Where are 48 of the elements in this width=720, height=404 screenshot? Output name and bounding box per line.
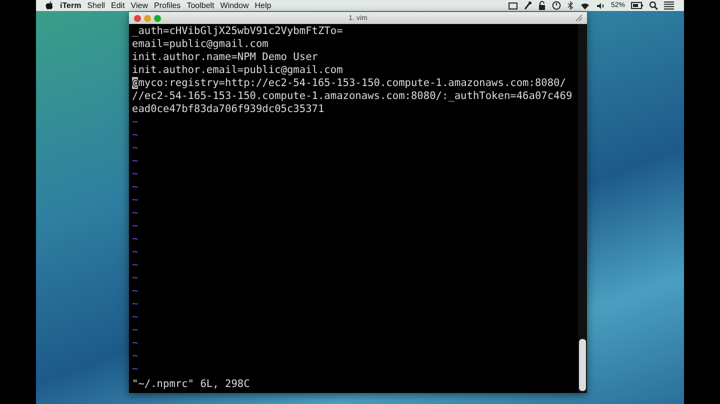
menu-item[interactable]: Profiles: [154, 1, 181, 10]
empty-line-tilde: ~: [132, 350, 138, 362]
scrollbar-thumb[interactable]: [579, 339, 586, 391]
apple-icon[interactable]: [45, 0, 54, 10]
menu-item[interactable]: Shell: [87, 1, 105, 10]
file-line: init.author.email=public@gmail.com: [132, 64, 344, 77]
empty-line-tilde: ~: [132, 324, 138, 336]
empty-line-tilde: ~: [132, 259, 138, 271]
search-icon[interactable]: [649, 1, 658, 10]
clock-icon[interactable]: [552, 1, 561, 10]
empty-line-tilde: ~: [132, 168, 138, 180]
empty-line-tilde: ~: [132, 116, 138, 128]
file-line: @myco:registry=http://ec2-54-165-153-150.compute-1.amazonaws.com:8080/: [132, 77, 567, 90]
empty-line-tilde: ~: [132, 246, 138, 258]
menu-item[interactable]: Toolbelt: [186, 1, 214, 10]
empty-line-tilde: ~: [132, 298, 138, 310]
bluetooth-icon[interactable]: [566, 1, 574, 10]
wifi-icon[interactable]: [580, 2, 590, 10]
empty-line-tilde: ~: [132, 207, 138, 219]
lock-icon[interactable]: [538, 1, 546, 10]
menu-item[interactable]: iTerm: [60, 1, 82, 10]
text-cursor: @: [132, 77, 138, 89]
file-line: email=public@gmail.com: [132, 38, 270, 51]
menu-item[interactable]: Help: [254, 1, 272, 10]
empty-line-tilde: ~: [132, 181, 138, 193]
battery-icon[interactable]: [631, 2, 643, 9]
menu-item[interactable]: Window: [220, 1, 249, 10]
empty-line-tilde: ~: [132, 129, 138, 141]
menu-item[interactable]: View: [130, 1, 148, 10]
resize-icon[interactable]: [575, 14, 583, 22]
empty-line-tilde: ~: [132, 272, 138, 284]
speaker-icon[interactable]: [596, 2, 605, 10]
file-line: init.author.name=NPM Demo User: [132, 51, 319, 64]
menu-item[interactable]: Edit: [111, 1, 125, 10]
empty-line-tilde: ~: [132, 194, 138, 206]
file-line: //ec2-54-165-153-150.compute-1.amazonaws.com:8080/:_authToken=46a07c469ead0ce47bf83da706f939dc05c35371: [132, 90, 574, 116]
empty-line-tilde: ~: [132, 311, 138, 323]
empty-line-tilde: ~: [132, 337, 138, 349]
empty-line-tilde: ~: [132, 155, 138, 167]
file-line: _auth=cHVibGljX25wbV91c2VybmFtZTo=: [132, 25, 344, 38]
empty-line-tilde: ~: [132, 233, 138, 245]
empty-line-tilde: ~: [132, 285, 138, 297]
close-button[interactable]: [134, 14, 141, 22]
empty-line-tilde: ~: [132, 220, 138, 232]
empty-line-tilde: ~: [132, 363, 138, 375]
status-line: "~/.npmrc" 6L, 298C: [132, 378, 251, 392]
empty-line-tilde: ~: [132, 142, 138, 154]
list-icon[interactable]: [664, 1, 674, 10]
